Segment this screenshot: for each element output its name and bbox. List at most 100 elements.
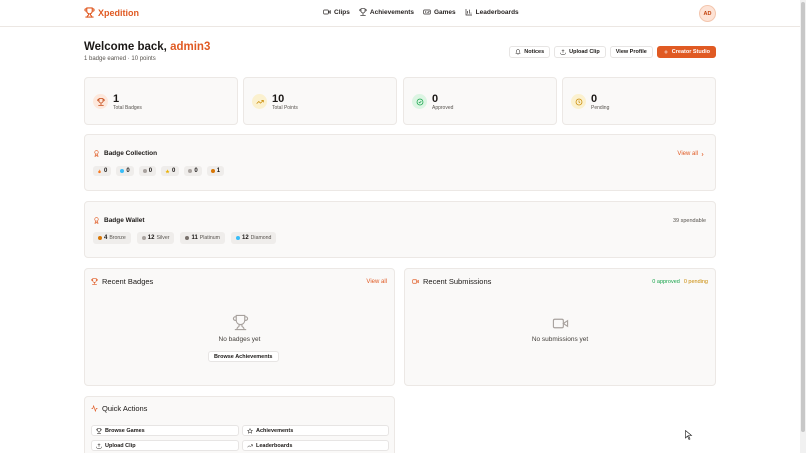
stat-icon-wrap [412, 94, 427, 109]
wallet-count: 12 [241, 235, 249, 241]
quick-action-leaderboards[interactable]: Leaderboards [242, 440, 389, 451]
award-icon [94, 150, 99, 157]
silver-dot-icon [188, 169, 193, 173]
quick-action-upload-clip[interactable]: Upload Clip [91, 440, 239, 451]
bronze-dot-icon [210, 169, 215, 173]
brand-logo[interactable]: Xpedition [84, 7, 139, 18]
badge-tier-count: 0 [104, 168, 108, 174]
stat-label: Approved [432, 105, 454, 111]
star-icon [247, 427, 253, 434]
page-scrollbar[interactable] [800, 0, 806, 453]
wallet-item-silver: 12 Silver [136, 232, 175, 244]
stat-card-approved: 0 Approved [403, 77, 557, 125]
pending-count: 0 pending [683, 279, 708, 285]
nav-leaderboards-label: Leaderboards [475, 8, 519, 16]
upload-icon [560, 49, 566, 55]
dashboard-page: Xpedition Clips Achievements Games Leade… [0, 0, 800, 453]
recent-badges-label: Recent Badges [102, 277, 154, 286]
approved-count: 0 approved [652, 279, 680, 285]
quick-actions-title: Quick Actions [91, 404, 147, 413]
badge-tier-pill: 0 [161, 166, 180, 176]
nav-games-label: Games [433, 8, 456, 16]
view-profile-button[interactable]: View Profile [609, 46, 653, 58]
page-title: Welcome back, admin3 [84, 41, 210, 53]
stat-icon-wrap [252, 94, 267, 109]
badge-tier-list: 0 0 0 0 0 1 [93, 166, 225, 176]
nav-clips[interactable]: Clips [323, 8, 350, 16]
notices-label: Notices [524, 49, 545, 55]
wallet-count: 4 [104, 235, 108, 241]
welcome-username: admin3 [170, 41, 211, 53]
nav-achievements-label: Achievements [369, 8, 414, 16]
view-all-label: View all [677, 151, 698, 157]
stat-card-pending: 0 Pending [562, 77, 716, 125]
bar-chart-icon [465, 9, 472, 16]
platinum-dot-icon [185, 236, 190, 240]
wallet-item-platinum: 11 Platinum [180, 232, 225, 244]
video-icon [323, 9, 331, 15]
scrollbar-thumb[interactable] [801, 2, 805, 432]
trophy-icon [359, 8, 367, 16]
nav-clips-label: Clips [334, 8, 350, 16]
recent-submissions-empty: No submissions yet [531, 336, 589, 343]
badge-collection-view-all[interactable]: View all [677, 151, 705, 157]
quick-action-achievements[interactable]: Achievements [242, 425, 389, 436]
nav-achievements[interactable]: Achievements [359, 8, 414, 16]
brand-name: Xpedition [98, 7, 139, 18]
chevron-right-icon [701, 152, 704, 156]
flame-icon [98, 168, 101, 173]
trophy-icon [84, 7, 95, 18]
stat-card-badges: 1 Total Badges [84, 77, 238, 125]
badge-collection-title: Badge Collection [93, 150, 157, 157]
badge-wallet-label: Badge Wallet [104, 217, 145, 224]
platinum-dot-icon [142, 169, 147, 173]
recent-badges-view-all[interactable]: View all [366, 279, 387, 285]
notices-button[interactable]: Notices [509, 46, 551, 58]
stat-label: Total Points [272, 105, 298, 111]
trophy-icon [91, 278, 98, 285]
upload-clip-button[interactable]: Upload Clip [554, 46, 606, 58]
trophy-icon [96, 427, 102, 434]
upload-icon [96, 442, 102, 448]
wallet-count: 12 [147, 235, 155, 241]
upload-clip-label: Upload Clip [569, 49, 600, 55]
welcome-prefix: Welcome back, [84, 41, 167, 53]
quick-actions-label: Quick Actions [102, 404, 148, 413]
user-avatar[interactable]: AD [699, 5, 716, 22]
creator-studio-button[interactable]: Creator Studio [656, 46, 716, 58]
wallet-name: Silver [156, 235, 170, 241]
badge-collection-label: Badge Collection [104, 150, 158, 157]
nav-leaderboards[interactable]: Leaderboards [465, 8, 519, 16]
star-icon [165, 168, 170, 173]
recent-badges-card: Recent Badges View all No badges yet Bro… [84, 268, 395, 386]
quick-action-browse-games[interactable]: Browse Games [91, 425, 239, 436]
wallet-name: Bronze [109, 235, 126, 241]
quick-action-label: Upload Clip [105, 442, 136, 449]
video-icon [412, 279, 419, 284]
recent-submissions-card: Recent Submissions 0 approved 0 pending … [404, 268, 716, 386]
stat-icon-wrap [93, 94, 108, 109]
top-navbar: Xpedition Clips Achievements Games Leade… [0, 0, 800, 27]
diamond-dot-icon [120, 169, 125, 173]
badge-tier-count: 0 [172, 168, 176, 174]
bell-icon [515, 49, 522, 55]
nav-games[interactable]: Games [423, 8, 456, 16]
gamepad-icon [423, 9, 431, 15]
badge-tier-count: 0 [126, 168, 130, 174]
badge-tier-pill: 0 [138, 166, 157, 176]
browse-achievements-button[interactable]: Browse Achievements [208, 351, 279, 362]
wallet-name: Platinum [199, 235, 220, 241]
badge-tier-count: 0 [148, 168, 153, 174]
header-actions: Notices Upload Clip View Profile Creator… [509, 46, 716, 58]
trending-up-icon [247, 444, 253, 447]
badge-tier-count: 0 [194, 168, 198, 174]
clock-icon [575, 98, 582, 105]
recent-badges-empty: No badges yet [218, 336, 261, 343]
silver-dot-icon [141, 236, 146, 240]
recent-badges-title: Recent Badges [91, 277, 153, 286]
main-nav: Clips Achievements Games Leaderboards [323, 8, 519, 16]
spendable-count: 39 spendable [672, 218, 706, 224]
wallet-item-bronze: 4 Bronze [93, 232, 131, 244]
badge-wallet-title: Badge Wallet [93, 217, 145, 224]
badge-tier-pill: 1 [206, 166, 225, 176]
